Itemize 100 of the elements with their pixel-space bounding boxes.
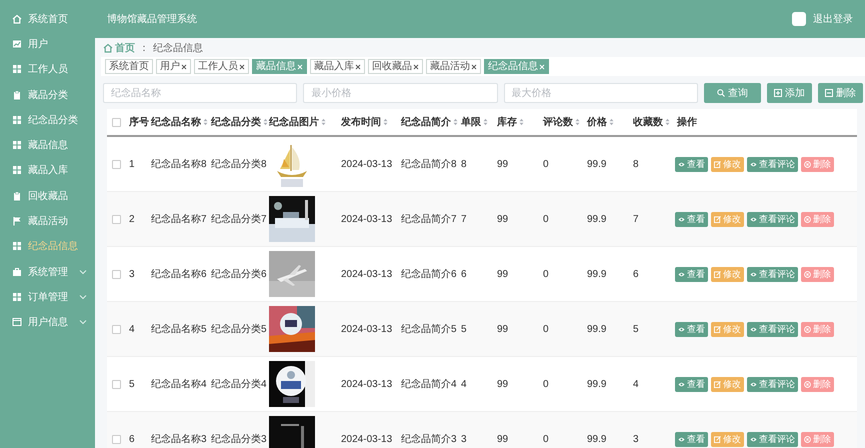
view-button[interactable]: 查看: [675, 266, 708, 282]
sidebar-item[interactable]: 藏品入库: [0, 158, 95, 184]
row-checkbox[interactable]: [112, 214, 121, 224]
sidebar-item[interactable]: 订单管理: [0, 284, 95, 310]
chevron-icon[interactable]: [79, 319, 87, 326]
edit-button[interactable]: 修改: [711, 266, 744, 282]
comments-button[interactable]: 查看评论: [747, 376, 798, 392]
close-icon[interactable]: [413, 64, 419, 70]
delete-button[interactable]: 删除: [818, 83, 863, 103]
page-tab[interactable]: 纪念品信息: [484, 59, 549, 74]
row-checkbox[interactable]: [112, 380, 121, 388]
close-icon[interactable]: [239, 64, 245, 70]
table-cell: 99.9: [587, 434, 606, 444]
sidebar-item[interactable]: 系统管理: [0, 258, 95, 284]
view-button[interactable]: 查看: [675, 432, 708, 446]
comments-button[interactable]: 查看评论: [747, 212, 798, 226]
sidebar-item[interactable]: 回收藏品: [0, 183, 95, 208]
sidebar-item[interactable]: 系统首页: [0, 6, 95, 32]
edit-button[interactable]: 修改: [711, 432, 744, 446]
search-field[interactable]: 最大价格: [504, 83, 698, 103]
sidebar-item[interactable]: 藏品分类: [0, 82, 95, 108]
chevron-icon[interactable]: [79, 268, 87, 275]
delete-button[interactable]: 删除: [801, 432, 834, 446]
sort-icon[interactable]: [321, 118, 326, 126]
sidebar-item[interactable]: 工作人员: [0, 56, 95, 82]
delete-button[interactable]: 删除: [801, 212, 834, 226]
search-field[interactable]: 纪念品名称: [103, 83, 298, 103]
edit-button[interactable]: 修改: [711, 376, 744, 392]
home-link[interactable]: 首页: [103, 41, 135, 55]
logout-link[interactable]: 退出登录: [813, 12, 853, 26]
comments-button[interactable]: 查看评论: [747, 432, 798, 446]
view-button[interactable]: 查看: [675, 156, 708, 172]
sidebar-item[interactable]: 用户信息: [0, 310, 95, 335]
home-icon: [103, 43, 113, 53]
sort-icon[interactable]: [665, 118, 670, 126]
delete-icon: [804, 270, 811, 278]
page-tab[interactable]: 工作人员: [194, 59, 249, 74]
sort-icon[interactable]: [203, 118, 208, 126]
grid-icon: [12, 165, 22, 176]
page-tab[interactable]: 藏品信息: [252, 59, 307, 74]
grid-icon: [12, 64, 22, 74]
sidebar-item[interactable]: 纪念品信息: [0, 234, 95, 259]
sidebar-item[interactable]: 纪念品分类: [0, 107, 95, 132]
table-cell: 纪念品分类5: [211, 324, 267, 335]
delete-icon: [804, 326, 811, 332]
delete-button[interactable]: 删除: [801, 156, 834, 172]
chevron-icon[interactable]: [79, 294, 87, 300]
column-header: 发布时间: [341, 116, 381, 129]
sort-icon[interactable]: [383, 118, 388, 126]
table-cell: 纪念品分类7: [211, 214, 267, 225]
query-button[interactable]: 查询: [704, 83, 761, 103]
close-icon[interactable]: [181, 64, 187, 70]
column-header: 纪念品图片: [269, 116, 319, 129]
sort-icon[interactable]: [263, 118, 268, 126]
comments-button[interactable]: 查看评论: [747, 156, 798, 172]
table-cell: 0: [543, 158, 549, 170]
view-button[interactable]: 查看: [675, 212, 708, 226]
sort-icon[interactable]: [453, 118, 458, 126]
row-checkbox[interactable]: [112, 160, 121, 168]
avatar-icon[interactable]: [792, 12, 806, 26]
row-checkbox[interactable]: [112, 324, 121, 334]
sidebar-item[interactable]: 用户: [0, 31, 95, 57]
add-button[interactable]: 添加: [766, 83, 812, 103]
row-checkbox[interactable]: [112, 270, 121, 278]
page-tab[interactable]: 藏品入库: [310, 59, 365, 74]
sort-icon[interactable]: [575, 118, 580, 126]
delete-button[interactable]: 删除: [801, 266, 834, 282]
eye-icon: [750, 270, 757, 278]
sidebar-item[interactable]: 藏品信息: [0, 132, 95, 158]
page-tab[interactable]: 回收藏品: [368, 59, 423, 74]
page-tab[interactable]: 系统首页: [105, 59, 153, 74]
sort-icon[interactable]: [483, 118, 488, 126]
table-cell: 99.9: [587, 378, 606, 390]
sort-icon[interactable]: [519, 118, 524, 126]
comments-button[interactable]: 查看评论: [747, 266, 798, 282]
search-field[interactable]: 最小价格: [303, 83, 498, 103]
edit-button[interactable]: 修改: [711, 156, 744, 172]
view-button[interactable]: 查看: [675, 376, 708, 392]
edit-button[interactable]: 修改: [711, 322, 744, 336]
page-tab[interactable]: 用户: [156, 59, 191, 74]
sidebar-item[interactable]: 藏品活动: [0, 208, 95, 234]
eye-icon: [750, 326, 757, 332]
column-header: 纪念品分类: [211, 116, 261, 129]
table-cell: 99: [497, 214, 508, 224]
briefcase-icon: [12, 266, 22, 277]
sort-icon[interactable]: [609, 118, 614, 126]
select-all-checkbox[interactable]: [112, 118, 121, 126]
delete-button[interactable]: 删除: [801, 376, 834, 392]
eye-icon: [678, 380, 685, 388]
close-icon[interactable]: [355, 64, 361, 70]
column-header: 收藏数: [633, 116, 663, 129]
row-checkbox[interactable]: [112, 434, 121, 444]
delete-button[interactable]: 删除: [801, 322, 834, 336]
page-tab[interactable]: 藏品活动: [426, 59, 481, 74]
comments-button[interactable]: 查看评论: [747, 322, 798, 336]
view-button[interactable]: 查看: [675, 322, 708, 336]
close-icon[interactable]: [471, 64, 477, 70]
table-cell: 99.9: [587, 214, 606, 224]
eye-icon: [678, 326, 685, 332]
edit-button[interactable]: 修改: [711, 212, 744, 226]
